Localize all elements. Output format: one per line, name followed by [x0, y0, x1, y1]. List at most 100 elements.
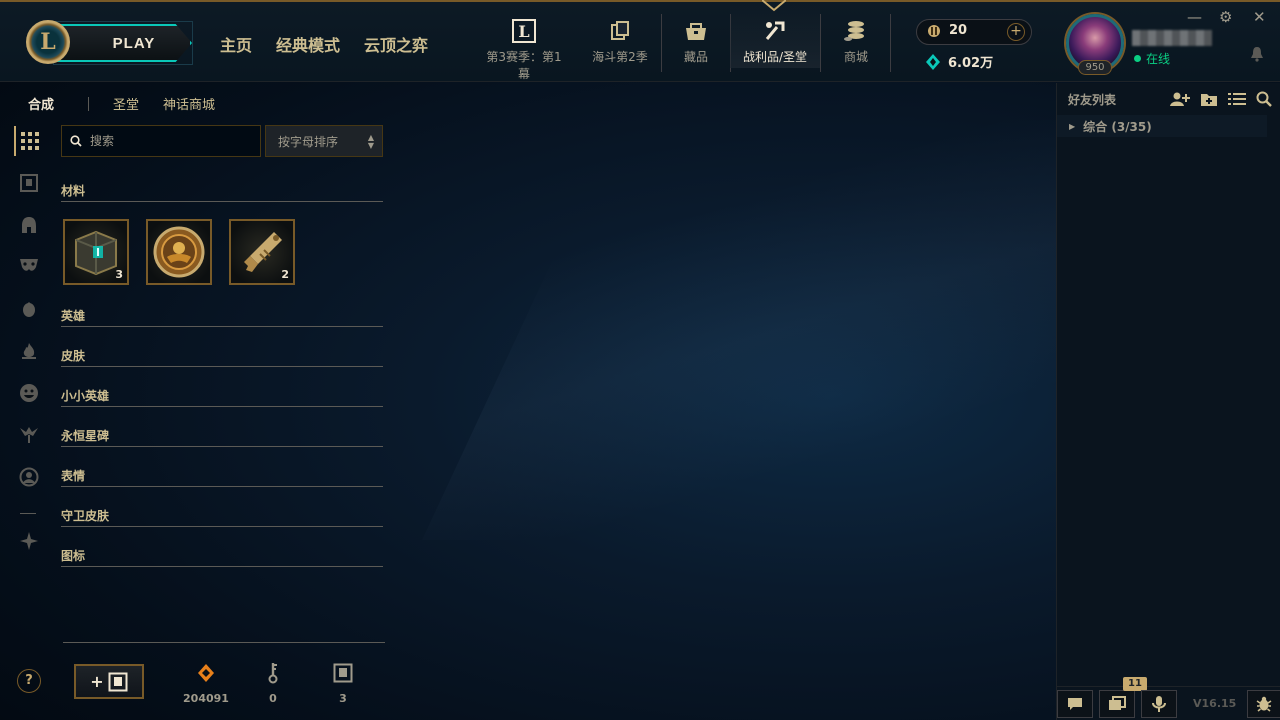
online-dot-icon [1134, 55, 1141, 62]
sidebar-divider [20, 513, 36, 514]
league-logo[interactable]: L [26, 20, 70, 64]
tab-sanctum[interactable]: 圣堂 [113, 94, 139, 113]
search-box [61, 125, 261, 157]
rp-coin-icon [928, 24, 940, 37]
nav-loot-label: 战利品/圣堂 [742, 50, 808, 64]
nav-store-label: 商城 [843, 50, 868, 64]
notifications-bell-icon[interactable] [1250, 46, 1264, 62]
category-icons[interactable]: 图标 [61, 547, 383, 567]
filter-emotes[interactable] [14, 378, 44, 408]
chest-icon [108, 672, 128, 691]
nav-tft[interactable]: 云顶之弈 [364, 32, 428, 56]
filter-all[interactable] [14, 126, 44, 156]
filter-chests[interactable] [14, 168, 44, 198]
missions-button[interactable] [1099, 690, 1135, 718]
chest-value: 3 [339, 692, 347, 705]
store-icon [816, 18, 896, 44]
help-button[interactable]: ? [17, 669, 41, 693]
online-status-label: 在线 [1146, 52, 1171, 66]
nav-store[interactable]: 商城 [816, 18, 896, 65]
tab-mythic-shop[interactable]: 神话商城 [163, 94, 215, 113]
active-tab-chevron-icon [762, 0, 786, 12]
hextech-chest-icon [75, 230, 117, 276]
filter-ward-skins[interactable] [14, 420, 44, 450]
smiley-icon [20, 384, 38, 402]
chat-button[interactable] [1057, 690, 1093, 718]
settings-gear-icon[interactable]: ⚙ [1219, 8, 1232, 26]
filter-other[interactable] [14, 526, 44, 556]
category-materials[interactable]: 材料 [61, 182, 383, 202]
blue-essence-amount: 6.02万 [948, 56, 994, 71]
profile-icon [19, 467, 39, 487]
gold-token-icon [153, 226, 205, 278]
minimize-button[interactable]: — [1187, 8, 1202, 26]
hextech-key-icon [244, 232, 282, 272]
level-badge: 950 [1078, 60, 1112, 75]
nav-season-pass-label: 第3赛季：第1幕 [486, 50, 562, 81]
sort-arrows-icon: ▲ ▼ [367, 133, 374, 150]
season-pass-icon: L [484, 18, 564, 44]
key-fragment-counter: 0 [243, 660, 303, 705]
orange-essence-value: 204091 [183, 692, 229, 705]
grid-icon [21, 132, 39, 150]
loot-item-token[interactable] [146, 219, 212, 285]
missions-icon [1109, 696, 1126, 710]
sort-dropdown[interactable]: 按字母排序 ▲ ▼ [265, 125, 383, 157]
close-button[interactable]: ✕ [1253, 8, 1266, 26]
event-icon [580, 18, 660, 44]
filter-champions[interactable] [14, 210, 44, 240]
caret-right-icon: ▶ [1069, 121, 1076, 131]
category-emotes[interactable]: 表情 [61, 467, 383, 487]
friends-title: 好友列表 [1068, 93, 1117, 107]
chest-counter: 3 [313, 660, 373, 705]
friend-group-general[interactable]: ▶ 综合 (3/35) [1057, 115, 1267, 137]
nav-season-pass[interactable]: L 第3赛季：第1幕 [484, 18, 564, 82]
play-button-label: PLAY [112, 34, 156, 52]
loot-item-key[interactable]: 2 [229, 219, 295, 285]
main-nav: 主页 经典模式 云顶之弈 [220, 32, 452, 56]
add-friend-icon[interactable] [1170, 91, 1190, 107]
chat-icon [1068, 698, 1082, 710]
craft-plus: + [90, 672, 104, 691]
filter-icons[interactable] [14, 462, 44, 492]
play-button[interactable]: PLAY [56, 24, 192, 62]
nav-home[interactable]: 主页 [220, 32, 252, 56]
loot-icon [730, 18, 820, 44]
friend-group-label: 综合 (3/35) [1083, 119, 1152, 134]
bug-report-button[interactable] [1247, 690, 1280, 718]
client-version: V16.15 [1193, 697, 1237, 710]
orange-essence-icon [198, 664, 214, 682]
nav-collection[interactable]: 藏品 [656, 18, 736, 65]
filter-skins[interactable] [14, 250, 44, 280]
search-input[interactable] [90, 134, 250, 148]
buy-rp-button[interactable]: + [1007, 23, 1025, 41]
mask-icon [20, 259, 38, 271]
voice-button[interactable] [1141, 690, 1177, 718]
category-champions[interactable]: 英雄 [61, 307, 383, 327]
category-eternals[interactable]: 永恒星碑 [61, 427, 383, 447]
sort-dropdown-label: 按字母排序 [278, 134, 339, 149]
filter-little-legends[interactable] [14, 294, 44, 324]
craft-chest-button[interactable]: + [74, 664, 144, 699]
nav-event[interactable]: 海斗第2季 [580, 18, 660, 65]
friends-toolbar [1170, 91, 1272, 107]
online-status[interactable]: 在线 [1134, 50, 1170, 67]
chest-icon [20, 174, 38, 192]
category-skins[interactable]: 皮肤 [61, 347, 383, 367]
list-view-icon[interactable] [1228, 91, 1246, 107]
loot-item-count: 2 [281, 268, 289, 281]
category-little-legends[interactable]: 小小英雄 [61, 387, 383, 407]
tab-crafting[interactable]: 合成 [28, 94, 54, 113]
category-ward-skins[interactable]: 守卫皮肤 [61, 507, 383, 527]
loot-item-chest[interactable]: 3 [63, 219, 129, 285]
league-client: PLAY L 主页 经典模式 云顶之弈 L 第3赛季：第1幕 海斗第2季 藏品 … [0, 0, 1280, 720]
search-icon[interactable] [1256, 91, 1272, 107]
egg-icon [23, 302, 35, 317]
microphone-icon [1152, 696, 1166, 712]
add-folder-icon[interactable] [1200, 91, 1218, 107]
nav-classic-mode[interactable]: 经典模式 [276, 32, 340, 56]
filter-eternals[interactable] [14, 336, 44, 366]
ward-icon [20, 427, 38, 443]
rp-amount: 20 [949, 23, 968, 38]
helmet-icon [22, 217, 36, 233]
